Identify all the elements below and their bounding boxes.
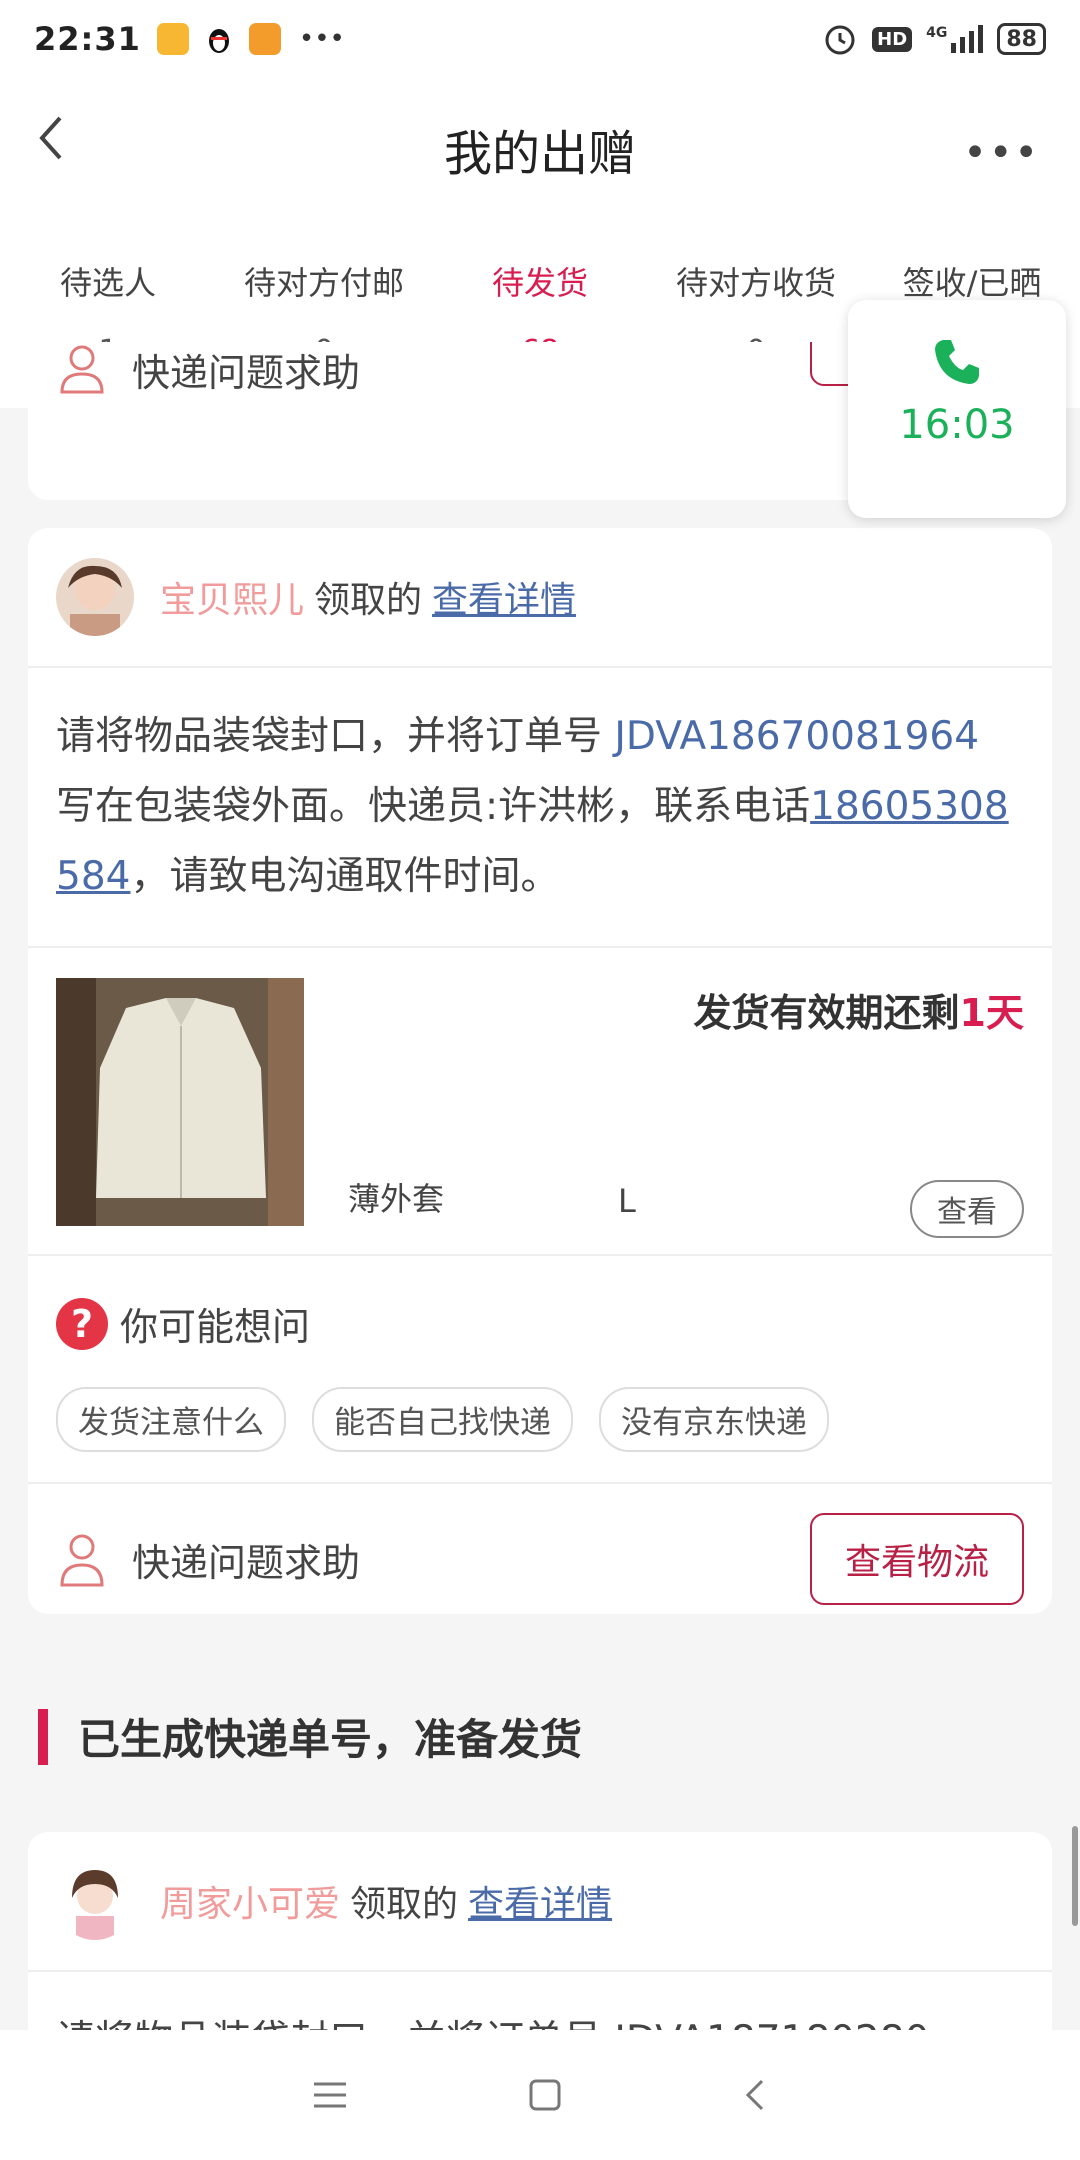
system-navigation-bar (0, 2030, 1080, 2160)
faq-chip[interactable]: 能否自己找快递 (312, 1387, 573, 1452)
navigation-bar: 我的出赠 ••• (0, 78, 1080, 208)
order-number[interactable]: JDVA18670081964 (614, 714, 979, 759)
help-label[interactable]: 快递问题求助 (132, 1532, 360, 1587)
section-header: 已生成快递单号，准备发货 (38, 1706, 582, 1767)
received-text: 领取的 (314, 580, 423, 621)
tab-label: 待对方付邮 (243, 264, 404, 302)
question-icon: ? (56, 1297, 108, 1350)
receiver-row: 宝贝熙儿 领取的 查看详情 (28, 528, 1052, 668)
alarm-icon (825, 25, 855, 55)
tab-label: 签收/已晒 (902, 264, 1042, 302)
shipping-instructions: 请将物品装袋封口，并将订单号 JDVA18670081964 写在包装袋外面。快… (28, 668, 1052, 948)
view-logistics-button[interactable]: 查看物流 (810, 1513, 1024, 1605)
order-card-next: 周家小可爱 领取的 查看详情 请将物品装袋封口，并将订单号 JDVA187180… (28, 1832, 1052, 2062)
help-label[interactable]: 快递问题求助 (132, 342, 360, 397)
scrollbar[interactable] (1072, 1826, 1078, 1926)
section-title: 已生成快递单号，准备发货 (78, 1715, 583, 1764)
faq-chips: 发货注意什么 能否自己找快递 没有京东快递 (56, 1387, 1024, 1452)
shipping-deadline: 发货有效期还剩1天 (693, 991, 1024, 1035)
more-options-icon[interactable]: ••• (963, 130, 1040, 176)
faq-chip[interactable]: 发货注意什么 (56, 1387, 286, 1452)
more-notifications-icon: ••• (298, 24, 345, 54)
person-icon (60, 345, 104, 394)
qq-penguin-icon (205, 23, 233, 55)
order-card: 宝贝熙儿 领取的 查看详情 请将物品装袋封口，并将订单号 JDVA1867008… (28, 528, 1052, 1614)
app-notification-icon (248, 23, 281, 55)
view-details-link[interactable]: 查看详情 (468, 1875, 612, 1927)
item-thumbnail[interactable] (56, 978, 304, 1226)
section-accent-bar (38, 1708, 48, 1765)
hd-icon: HD (872, 26, 913, 52)
menu-icon[interactable] (312, 2080, 348, 2110)
notes-app-icon (156, 23, 189, 55)
back-icon[interactable] (742, 2077, 768, 2113)
tab-label: 待选人 (59, 264, 156, 302)
receiver-avatar[interactable] (56, 1862, 134, 1940)
receiver-name[interactable]: 宝贝熙儿 (160, 571, 304, 623)
phone-icon (935, 340, 979, 384)
signal-icon: 4G (926, 25, 984, 53)
person-icon (60, 1534, 104, 1587)
faq-section: ? 你可能想问 发货注意什么 能否自己找快递 没有京东快递 (28, 1256, 1052, 1484)
item-row: 发货有效期还剩1天 薄外套 L 查看 (28, 948, 1052, 1256)
help-row: 快递问题求助 查看物流 (28, 1484, 1052, 1634)
home-icon[interactable] (528, 2078, 562, 2112)
battery-indicator: 88 (997, 23, 1046, 55)
status-bar: 22:31 ••• HD 4G 88 (0, 0, 1080, 78)
faq-chip[interactable]: 没有京东快递 (599, 1387, 829, 1452)
tab-label: 待发货 (491, 264, 588, 302)
view-item-button[interactable]: 查看 (910, 1180, 1024, 1238)
faq-title: 你可能想问 (120, 1305, 311, 1349)
view-details-link[interactable]: 查看详情 (432, 571, 576, 623)
receiver-row: 周家小可爱 领取的 查看详情 (28, 1832, 1052, 1972)
page-title: 我的出赠 (443, 126, 636, 182)
status-time: 22:31 (34, 20, 141, 58)
tab-label: 待对方收货 (675, 264, 836, 302)
receiver-name[interactable]: 周家小可爱 (160, 1875, 340, 1927)
deadline-value: 1天 (959, 991, 1024, 1035)
item-size: L (618, 1182, 636, 1220)
received-text: 领取的 (350, 1884, 459, 1925)
ongoing-call-widget[interactable]: 16:03 (848, 300, 1066, 518)
item-name: 薄外套 (348, 1180, 445, 1218)
call-duration: 16:03 (899, 402, 1015, 448)
receiver-avatar[interactable] (56, 558, 134, 636)
